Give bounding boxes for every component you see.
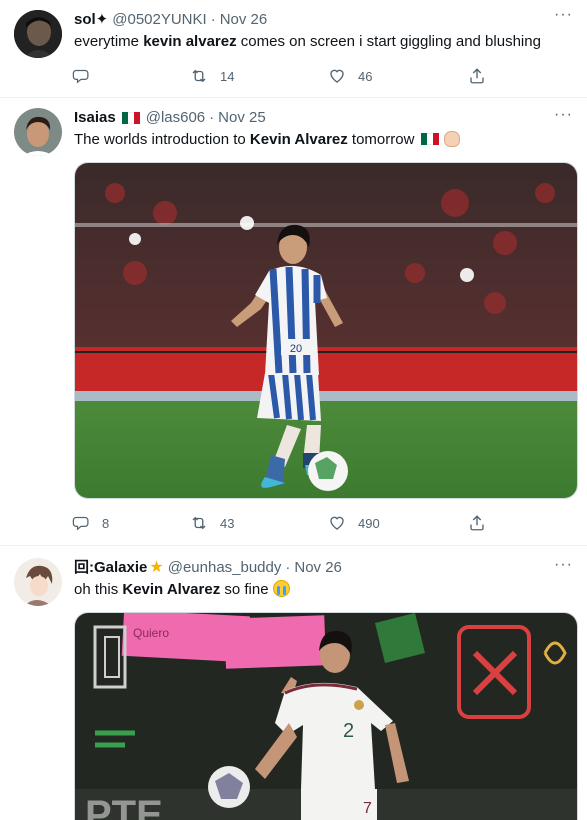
more-icon[interactable]: ··· <box>554 7 573 23</box>
sign-text: Quiero <box>133 626 169 640</box>
like-button[interactable]: 46 <box>328 67 468 85</box>
reply-button[interactable]: 8 <box>72 514 190 532</box>
display-name[interactable]: 回:Galaxie <box>74 558 147 578</box>
reply-icon <box>72 516 89 531</box>
user-handle[interactable]: @0502YUNKI <box>112 10 206 30</box>
like-count: 490 <box>358 515 380 531</box>
tweet-text: oh this Kevin Alvarez so fine <box>74 580 571 600</box>
retweet-button[interactable]: 43 <box>190 514 328 532</box>
tweet[interactable]: 回:Galaxie ★ @eunhas_buddy · Nov 26 ··· o… <box>0 546 587 820</box>
retweet-icon <box>192 516 206 530</box>
tweet[interactable]: sol✦ @0502YUNKI · Nov 26 ··· everytime k… <box>0 0 587 98</box>
tweet-header: Isaias @las606 · Nov 25 <box>74 108 571 128</box>
tweet-photo[interactable]: Quiero PTE 2 7 <box>74 612 578 820</box>
share-icon <box>470 515 484 531</box>
retweet-count: 43 <box>220 515 235 531</box>
action-bar: 8 43 490 <box>72 503 571 543</box>
player-photo: 20 <box>75 163 577 498</box>
separator-dot: · <box>209 109 215 126</box>
player-photo: Quiero PTE 2 7 <box>75 613 577 820</box>
reply-button[interactable] <box>72 67 190 85</box>
timestamp[interactable]: Nov 26 <box>220 10 268 30</box>
svg-text:7: 7 <box>363 800 372 817</box>
timestamp[interactable]: Nov 26 <box>294 558 342 578</box>
action-bar: 14 46 <box>72 56 571 96</box>
tweet-text: everytime kevin alvarez comes on screen … <box>74 33 541 50</box>
avatar[interactable] <box>14 558 62 606</box>
svg-text:PTE: PTE <box>85 793 163 820</box>
crying-face-emoji <box>272 580 290 597</box>
tweet-text: The worlds introduction to Kevin Alvarez… <box>74 130 571 150</box>
separator-dot: · <box>285 559 291 576</box>
retweet-button[interactable]: 14 <box>190 67 328 85</box>
reply-count: 8 <box>102 515 110 531</box>
svg-text:2: 2 <box>343 720 354 742</box>
share-button[interactable] <box>468 514 486 532</box>
tweet-header: 回:Galaxie ★ @eunhas_buddy · Nov 26 <box>74 558 571 578</box>
heart-icon <box>330 516 344 530</box>
like-button[interactable]: 490 <box>328 514 468 532</box>
retweet-count: 14 <box>220 68 235 84</box>
mexico-flag-icon <box>121 112 140 124</box>
user-handle[interactable]: @las606 <box>146 108 205 128</box>
like-count: 46 <box>358 68 373 84</box>
tweet[interactable]: Isaias @las606 · Nov 25 ··· The worlds i… <box>0 98 587 546</box>
reply-icon <box>72 69 89 84</box>
star-emoji: ★ <box>149 559 164 576</box>
more-icon[interactable]: ··· <box>554 107 573 123</box>
share-button[interactable] <box>468 67 486 85</box>
jersey-number: 20 <box>290 343 302 355</box>
mexico-flag-icon <box>420 133 439 145</box>
avatar[interactable] <box>14 10 62 58</box>
user-handle[interactable]: @eunhas_buddy <box>168 558 282 578</box>
tweet-header: sol✦ @0502YUNKI · Nov 26 <box>74 10 571 30</box>
display-name[interactable]: sol✦ <box>74 10 108 30</box>
separator-dot: · <box>210 11 216 28</box>
more-icon[interactable]: ··· <box>554 557 573 573</box>
display-name[interactable]: Isaias <box>74 108 116 128</box>
pinched-fingers-emoji <box>443 131 460 147</box>
timeline-feed: sol✦ @0502YUNKI · Nov 26 ··· everytime k… <box>0 0 587 820</box>
share-icon <box>470 68 484 84</box>
timestamp[interactable]: Nov 25 <box>218 108 266 128</box>
avatar[interactable] <box>14 108 62 156</box>
tweet-photo[interactable]: 20 <box>74 162 578 499</box>
heart-icon <box>330 69 344 83</box>
retweet-icon <box>192 69 206 83</box>
